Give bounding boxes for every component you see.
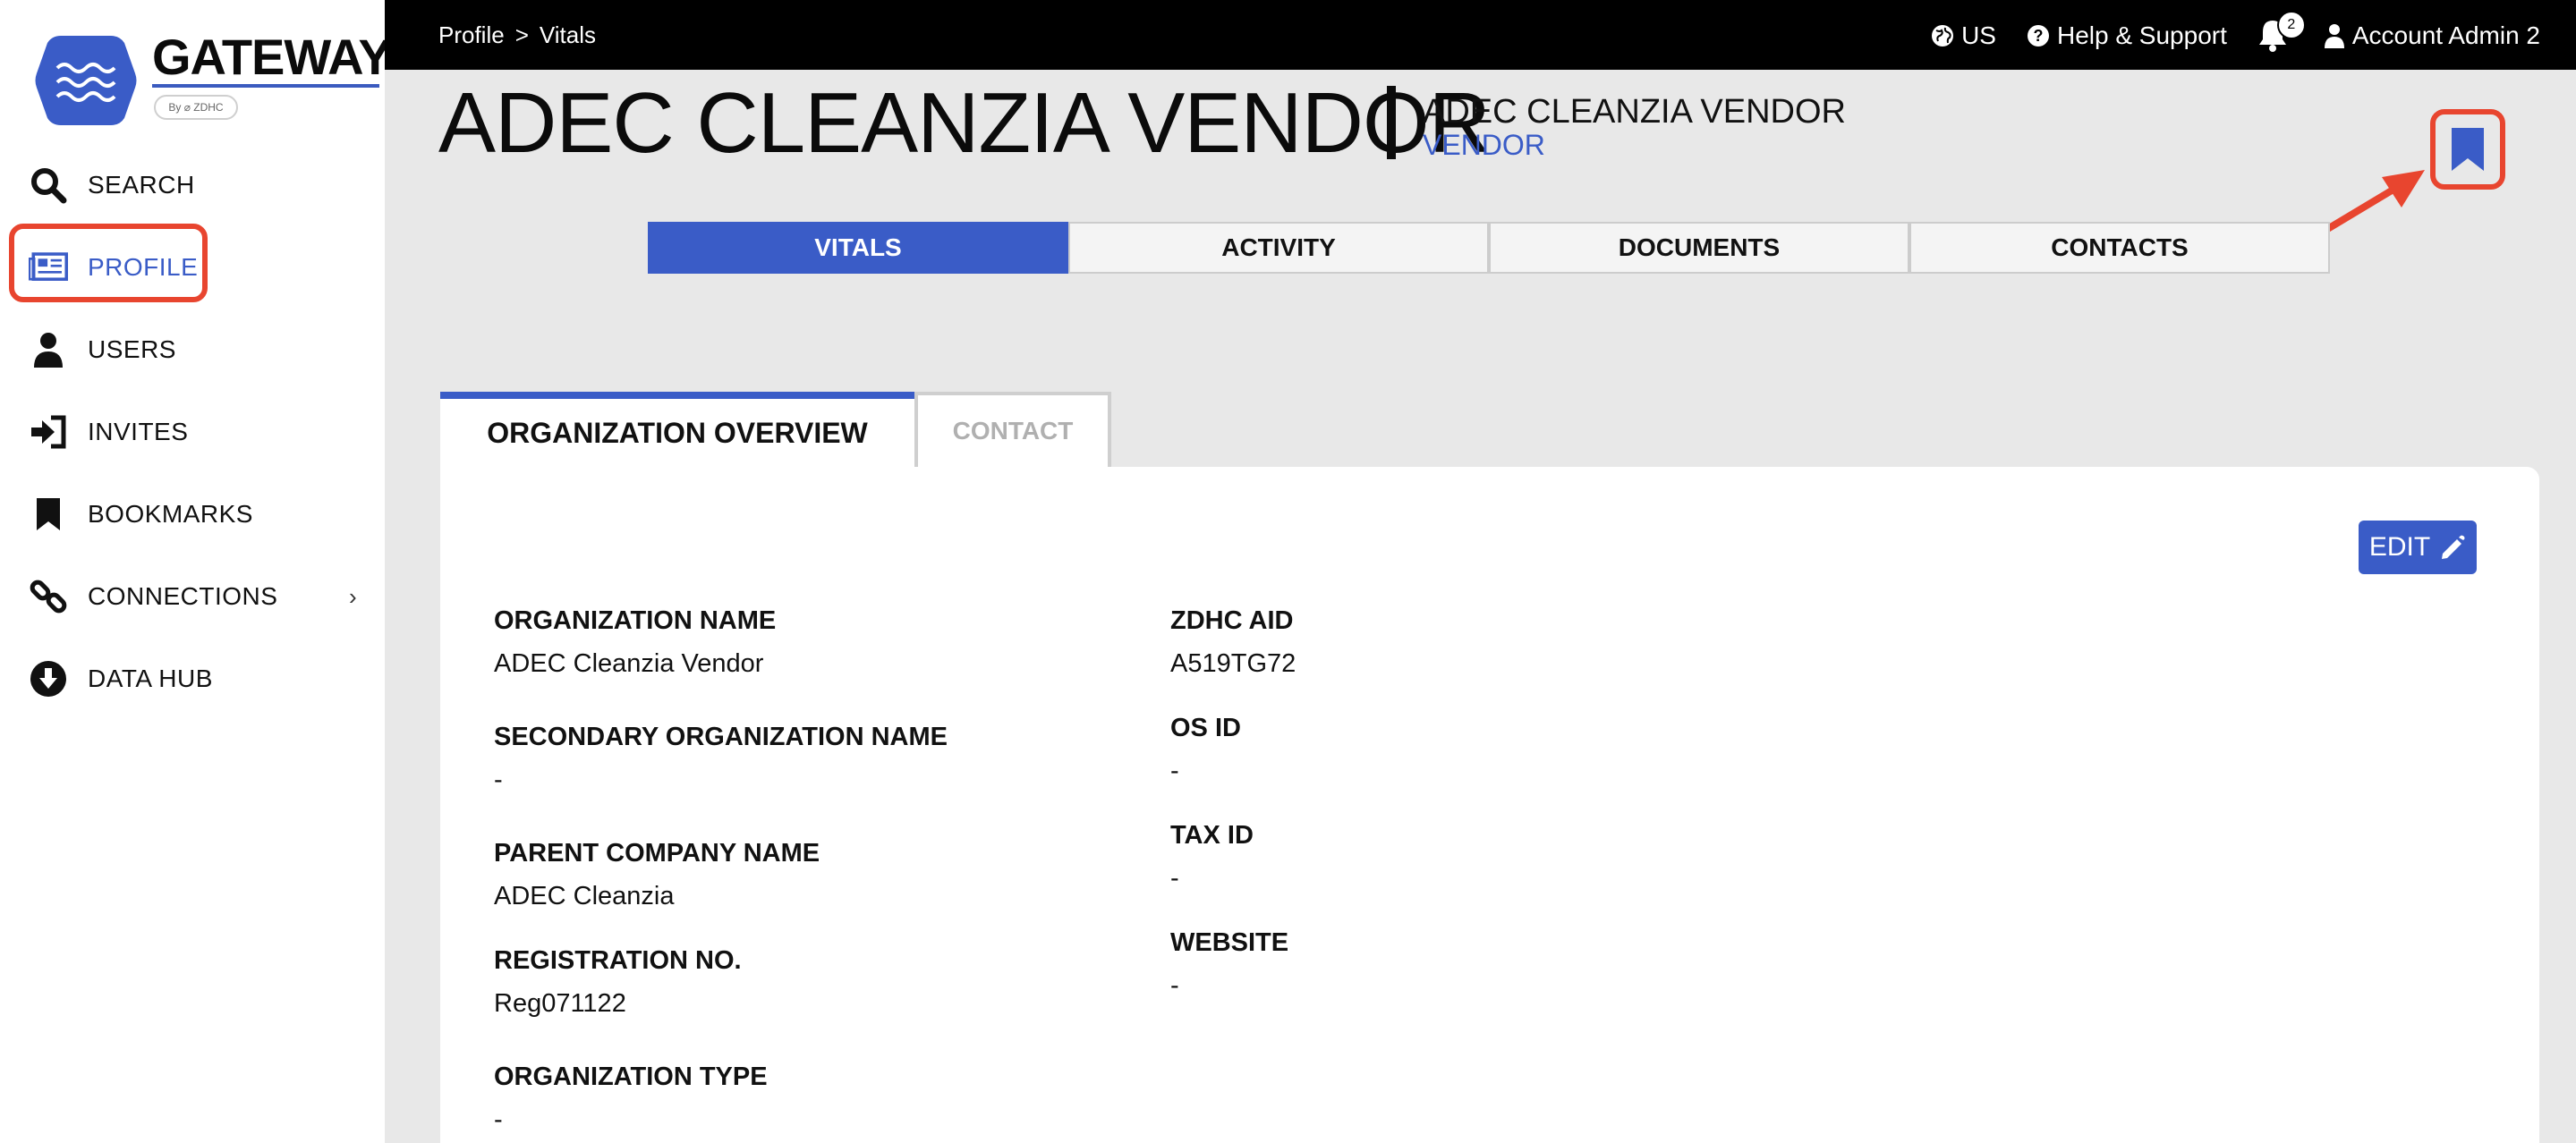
field-value-os-id: - <box>1170 757 1179 785</box>
edit-button[interactable]: EDIT <box>2359 521 2477 574</box>
edit-label: EDIT <box>2368 532 2431 562</box>
field-label-zdhc-aid: ZDHC AID <box>1170 606 1294 635</box>
region-selector[interactable]: US <box>1931 21 1996 50</box>
field-value-secondary-organization-name: - <box>494 766 503 794</box>
sidebar-item-label: BOOKMARKS <box>88 500 253 528</box>
field-label-tax-id: TAX ID <box>1170 821 1254 850</box>
logo-hexagon-icon <box>35 36 137 125</box>
breadcrumb-vitals: Vitals <box>539 21 596 48</box>
field-label-organization-name: ORGANIZATION NAME <box>494 606 777 635</box>
sidebar-item-data-hub[interactable]: DATA HUB <box>0 648 385 710</box>
notifications-button[interactable]: 2 <box>2257 11 2306 54</box>
organization-type-link[interactable]: VENDOR <box>1423 129 1545 162</box>
download-circle-icon <box>29 659 68 698</box>
top-bar: Profile > Vitals US ? Help & Support 2 A… <box>385 0 2576 70</box>
tab-documents[interactable]: DOCUMENTS <box>1489 222 1909 274</box>
field-label-secondary-organization-name: SECONDARY ORGANIZATION NAME <box>494 723 948 751</box>
title-separator <box>1387 86 1396 159</box>
tab-vitals[interactable]: VITALS <box>648 222 1068 274</box>
field-value-tax-id: - <box>1170 864 1179 893</box>
question-circle-icon: ? <box>2027 25 2049 47</box>
region-label: US <box>1961 21 1996 49</box>
field-label-organization-type: ORGANIZATION TYPE <box>494 1063 768 1091</box>
gateway-logo[interactable]: GATEWAY By ⌀ ZDHC <box>34 32 392 131</box>
svg-text:?: ? <box>2033 27 2043 45</box>
tab-contact[interactable]: CONTACT <box>914 392 1111 467</box>
field-value-organization-type: - <box>494 1105 503 1134</box>
page-title: ADEC CLEANZIA VENDOR <box>438 75 1491 171</box>
sidebar-item-label: CONNECTIONS <box>88 582 278 610</box>
globe-icon <box>1932 25 1954 47</box>
profile-tabs: VITALS ACTIVITY DOCUMENTS CONTACTS <box>648 222 2332 275</box>
field-label-registration-no: REGISTRATION NO. <box>494 946 742 975</box>
search-icon <box>29 165 68 205</box>
page-subtitle: ADEC CLEANZIA VENDOR <box>1423 93 1846 131</box>
section-tabs: ORGANIZATION OVERVIEW CONTACT <box>440 392 1111 467</box>
sidebar-item-label: SEARCH <box>88 171 195 199</box>
sign-in-icon <box>29 412 68 452</box>
sidebar-item-connections[interactable]: CONNECTIONS › <box>0 565 385 628</box>
tab-organization-overview[interactable]: ORGANIZATION OVERVIEW <box>440 392 914 467</box>
brand-underline <box>152 84 379 88</box>
pencil-icon <box>2442 535 2465 559</box>
sidebar-item-bookmarks[interactable]: BOOKMARKS <box>0 483 385 546</box>
link-icon <box>29 577 68 616</box>
breadcrumb: Profile > Vitals <box>438 21 596 49</box>
field-value-registration-no: Reg071122 <box>494 989 626 1018</box>
field-value-zdhc-aid: A519TG72 <box>1170 649 1297 678</box>
sidebar-item-users[interactable]: USERS <box>0 318 385 381</box>
breadcrumb-separator: > <box>514 21 529 48</box>
field-value-parent-company-name: ADEC Cleanzia <box>494 882 675 910</box>
help-support-link[interactable]: ? Help & Support <box>2027 21 2227 50</box>
sidebar-item-search[interactable]: SEARCH <box>0 154 385 216</box>
sidebar: GATEWAY By ⌀ ZDHC SEARCH PROFILE USERS I… <box>0 0 392 1143</box>
top-right-menu: US ? Help & Support 2 Account Admin 2 <box>1931 11 2540 54</box>
user-icon <box>2324 24 2344 48</box>
account-label: Account Admin 2 <box>2351 21 2540 49</box>
user-icon <box>29 330 68 369</box>
sidebar-item-invites[interactable]: INVITES <box>0 401 385 463</box>
account-menu[interactable]: Account Admin 2 <box>2324 21 2540 50</box>
brand-byline: By ⌀ ZDHC <box>154 95 238 120</box>
breadcrumb-profile[interactable]: Profile <box>438 21 505 49</box>
field-label-parent-company-name: PARENT COMPANY NAME <box>494 839 820 868</box>
sidebar-item-label: DATA HUB <box>88 665 213 692</box>
bookmark-icon <box>29 495 68 534</box>
tab-activity[interactable]: ACTIVITY <box>1068 222 1489 274</box>
field-label-os-id: OS ID <box>1170 714 1241 742</box>
sidebar-item-label: INVITES <box>88 418 189 445</box>
field-value-organization-name: ADEC Cleanzia Vendor <box>494 649 764 678</box>
profile-highlight-annotation <box>9 224 208 302</box>
brand-name: GATEWAY <box>152 29 392 85</box>
chevron-right-icon[interactable]: › <box>349 583 357 611</box>
field-value-website: - <box>1170 971 1179 1000</box>
bookmark-icon <box>2452 128 2484 171</box>
tab-contacts[interactable]: CONTACTS <box>1909 222 2330 274</box>
field-label-website: WEBSITE <box>1170 928 1289 957</box>
notifications-badge: 2 <box>2276 11 2306 39</box>
sidebar-item-label: USERS <box>88 335 176 363</box>
help-support-label: Help & Support <box>2056 21 2227 49</box>
overview-card <box>440 467 2539 1143</box>
